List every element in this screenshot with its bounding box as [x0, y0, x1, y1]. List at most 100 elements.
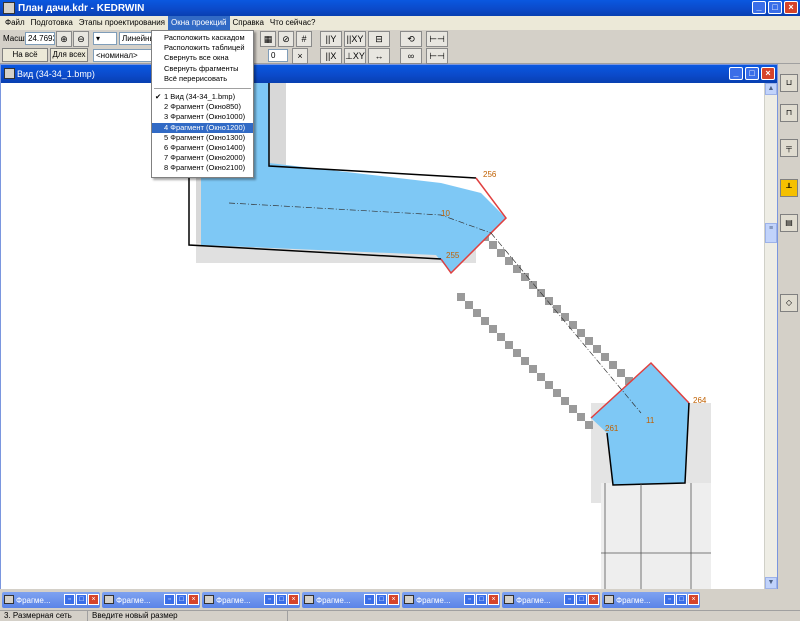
maximize-button[interactable]: □ — [768, 1, 782, 14]
right-tool-4-icon[interactable]: ╨ — [780, 179, 798, 197]
label-261: 261 — [605, 424, 619, 433]
scroll-thumb[interactable]: ≡ — [765, 223, 777, 243]
window-item-3[interactable]: 3 Фрагмент (Окно1000) — [152, 112, 253, 122]
drawing-canvas[interactable]: 256 10 255 11 264 261 — [1, 83, 765, 589]
menu-item-cascade[interactable]: Расположить каскадом — [152, 33, 253, 43]
menu-prepare[interactable]: Подготовка — [28, 16, 76, 30]
scroll-down-arrow-icon[interactable]: ▼ — [765, 577, 777, 589]
close-icon[interactable]: × — [288, 594, 299, 605]
right-tool-1-icon[interactable]: ⊔ — [780, 74, 798, 92]
maximize-icon[interactable]: □ — [176, 594, 187, 605]
view-close-button[interactable]: × — [761, 67, 775, 80]
minimized-fragment-6[interactable]: Фрагме... ▫ □ × — [502, 592, 600, 608]
rotate-icon[interactable]: ⟲ — [400, 31, 422, 47]
restore-icon[interactable]: ▫ — [264, 594, 275, 605]
minimized-fragment-2[interactable]: Фрагме... ▫ □ × — [102, 592, 200, 608]
fragment-icon — [604, 595, 614, 604]
window-item-label: 1 Вид (34-34_1.bmp) — [164, 91, 236, 101]
maximize-icon[interactable]: □ — [676, 594, 687, 605]
loop-icon[interactable]: ∞ — [400, 48, 422, 64]
minimized-fragment-3[interactable]: Фрагме... ▫ □ × — [202, 592, 300, 608]
restore-icon[interactable]: ▫ — [64, 594, 75, 605]
vertical-scrollbar[interactable]: ▲ ≡ ▼ — [764, 83, 777, 589]
label-255: 255 — [446, 251, 460, 260]
fragment-label: Фрагме... — [616, 595, 651, 605]
menu-item-redraw-all[interactable]: Всё перерисовать — [152, 74, 253, 84]
minimized-fragment-7[interactable]: Фрагме... ▫ □ × — [602, 592, 700, 608]
menu-file[interactable]: Файл — [2, 16, 28, 30]
view-maximize-button[interactable]: □ — [745, 67, 759, 80]
nominal-select[interactable]: <номинал> — [93, 49, 153, 62]
window-item-8[interactable]: 8 Фрагмент (Окно2100) — [152, 163, 253, 173]
minimized-fragment-1[interactable]: Фрагме... ▫ □ × — [2, 592, 100, 608]
view-minimize-button[interactable]: _ — [729, 67, 743, 80]
menu-item-tile[interactable]: Расположить таблицей — [152, 43, 253, 53]
window-item-4[interactable]: 4 Фрагмент (Окно1200) — [152, 122, 253, 133]
close-icon[interactable]: × — [488, 594, 499, 605]
restore-icon[interactable]: ▫ — [464, 594, 475, 605]
circle-tool-icon[interactable]: ⊘ — [278, 31, 294, 47]
window-item-2[interactable]: 2 Фрагмент (Окно850) — [152, 102, 253, 112]
dim-x-icon[interactable]: ||X — [320, 48, 342, 64]
windows-menu-dropdown: Расположить каскадом Расположить таблице… — [151, 30, 254, 178]
maximize-icon[interactable]: □ — [476, 594, 487, 605]
fit-all-window-button[interactable]: На всё окно — [2, 48, 48, 71]
label-256: 256 — [483, 170, 497, 179]
zoom-in-icon[interactable]: ⊕ — [56, 31, 72, 47]
fragment-icon — [304, 595, 314, 604]
close-icon[interactable]: × — [388, 594, 399, 605]
close-icon[interactable]: × — [88, 594, 99, 605]
minimized-fragment-4[interactable]: Фрагме... ▫ □ × — [302, 592, 400, 608]
close-icon[interactable]: × — [688, 594, 699, 605]
dim-arrow-icon[interactable]: ↔ — [368, 48, 390, 64]
restore-icon[interactable]: ▫ — [564, 594, 575, 605]
window-item-6[interactable]: 6 Фрагмент (Окно1400) — [152, 143, 253, 153]
window-item-7[interactable]: 7 Фрагмент (Окно2000) — [152, 153, 253, 163]
right-tool-5-icon[interactable]: ▤ — [780, 214, 798, 232]
restore-icon[interactable]: ▫ — [164, 594, 175, 605]
menu-item-minimize-all[interactable]: Свернуть все окна — [152, 53, 253, 63]
right-tool-6-icon[interactable]: ◇ — [780, 294, 798, 312]
menu-windows[interactable]: Окна проекций — [168, 16, 230, 30]
restore-icon[interactable]: ▫ — [664, 594, 675, 605]
zero-select[interactable]: 0 — [268, 49, 288, 62]
maximize-icon[interactable]: □ — [376, 594, 387, 605]
for-all-button[interactable]: Для всех — [50, 48, 88, 62]
measure2-icon[interactable]: ⊢⊣ — [426, 48, 448, 64]
linetype-select[interactable]: Линейный — [119, 32, 153, 45]
right-tool-2-icon[interactable]: ⊓ — [780, 104, 798, 122]
maximize-icon[interactable]: □ — [76, 594, 87, 605]
window-item-1[interactable]: ✔ 1 Вид (34-34_1.bmp) — [152, 92, 253, 102]
minimize-button[interactable]: _ — [752, 1, 766, 14]
color-select[interactable]: ▾ — [93, 32, 117, 45]
scale-input[interactable]: 24.7693 — [25, 32, 55, 45]
maximize-icon[interactable]: □ — [576, 594, 587, 605]
cross-icon[interactable]: × — [292, 48, 308, 64]
minimized-fragment-5[interactable]: Фрагме... ▫ □ × — [402, 592, 500, 608]
maximize-icon[interactable]: □ — [276, 594, 287, 605]
close-button[interactable]: × — [784, 1, 798, 14]
right-toolbar: ⊔ ⊓ ╤ ╨ ▤ ◇ — [778, 64, 800, 589]
app-title: План дачи.kdr - KEDRWIN — [18, 2, 145, 14]
measure-icon[interactable]: ⊢⊣ — [426, 31, 448, 47]
scroll-up-arrow-icon[interactable]: ▲ — [765, 83, 777, 95]
hatch-icon[interactable]: # — [296, 31, 312, 47]
menu-stages[interactable]: Этапы проектирования — [76, 16, 168, 30]
right-tool-3-icon[interactable]: ╤ — [780, 139, 798, 157]
label-11: 11 — [646, 416, 655, 425]
restore-icon[interactable]: ▫ — [364, 594, 375, 605]
window-item-5[interactable]: 5 Фрагмент (Окно1300) — [152, 133, 253, 143]
dim-y-icon[interactable]: ||Y — [320, 31, 342, 47]
close-icon[interactable]: × — [588, 594, 599, 605]
close-icon[interactable]: × — [188, 594, 199, 605]
menu-help[interactable]: Справка — [230, 16, 267, 30]
menu-item-minimize-fragments[interactable]: Свернуть фрагменты — [152, 64, 253, 74]
menu-whats-now[interactable]: Что сейчас? — [267, 16, 319, 30]
dim-xy-icon[interactable]: ||XY — [344, 31, 366, 47]
dim-object-icon[interactable]: ⊟ — [368, 31, 390, 47]
check-icon: ✔ — [155, 91, 162, 101]
zoom-out-icon[interactable]: ⊖ — [73, 31, 89, 47]
dim-xy2-icon[interactable]: ⊥XY — [344, 48, 366, 64]
grid-view-icon[interactable]: ▦ — [260, 31, 276, 47]
app-icon — [3, 2, 15, 14]
